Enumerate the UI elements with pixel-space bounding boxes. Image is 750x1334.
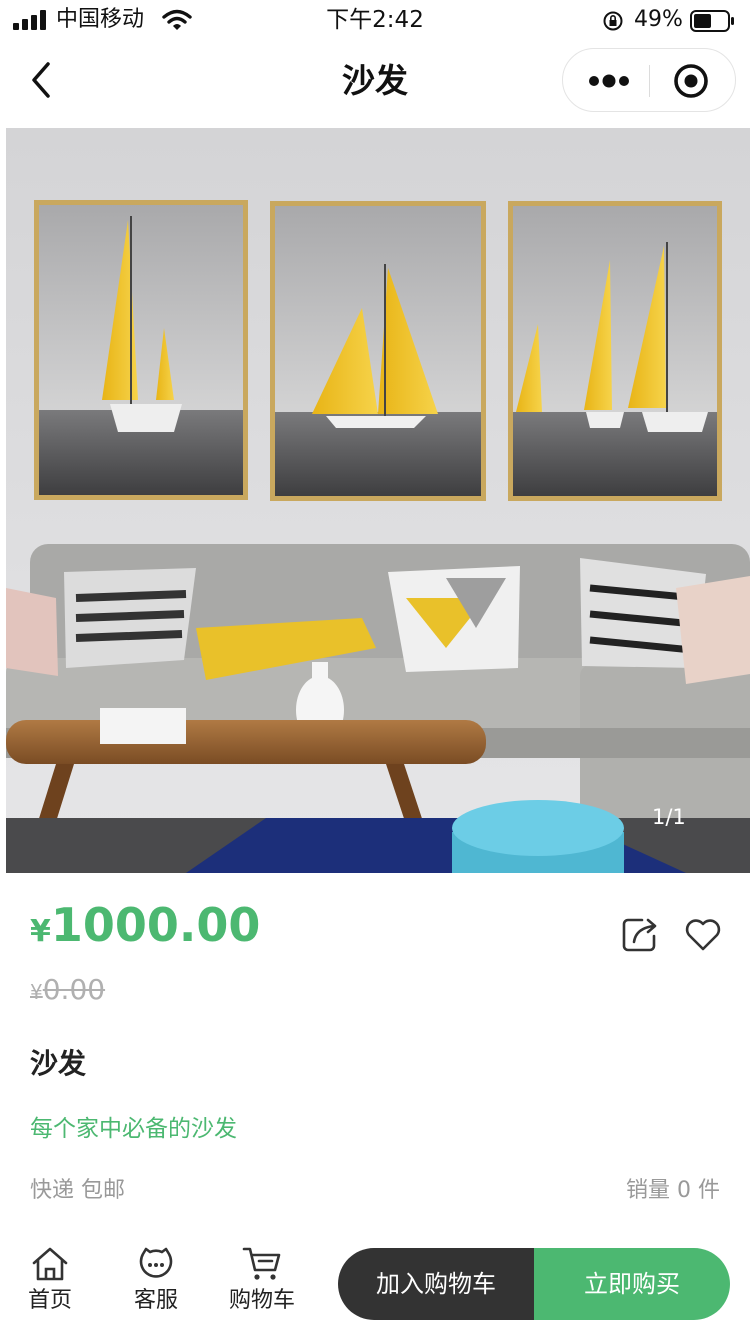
lock-rotation-icon <box>603 11 623 31</box>
price-currency: ¥ <box>30 914 51 949</box>
home-icon <box>32 1247 68 1281</box>
tab-service-label: 客服 <box>133 1288 178 1313</box>
close-target-icon[interactable] <box>673 63 709 99</box>
more-dots-icon[interactable] <box>585 65 633 97</box>
product-image[interactable] <box>6 128 750 873</box>
shipping-info: 快递 包邮 <box>30 1178 125 1203</box>
buy-now-button[interactable]: 立即购买 <box>534 1248 730 1320</box>
share-icon[interactable] <box>620 914 660 954</box>
tab-home[interactable]: 首页 <box>5 1238 95 1328</box>
tab-home-label: 首页 <box>27 1288 72 1313</box>
current-price: ¥1000.00 <box>30 898 260 962</box>
service-icon <box>139 1247 173 1278</box>
mini-program-capsule <box>562 48 736 112</box>
product-description: 每个家中必备的沙发 <box>30 1116 237 1142</box>
sales-count: 销量 0 件 <box>626 1178 720 1203</box>
battery-percent: 49% <box>634 7 683 32</box>
image-counter: 1/1 <box>652 805 686 829</box>
status-bar: 中国移动 下午2:42 49% <box>0 0 750 40</box>
tab-cart-label: 购物车 <box>228 1288 295 1313</box>
sofa-room-picture <box>6 128 750 873</box>
cart-icon <box>242 1247 281 1280</box>
bottom-action-bar: 首页 客服 购物车 加入购物车 立即购买 <box>0 1238 750 1334</box>
orig-price-value: 0.00 <box>42 973 106 1006</box>
add-to-cart-button[interactable]: 加入购物车 <box>338 1248 534 1320</box>
nav-bar: 沙发 <box>0 40 750 128</box>
capsule-divider <box>649 65 650 97</box>
orig-price-currency: ¥ <box>30 980 43 1004</box>
price-value: 1000.00 <box>50 898 261 952</box>
heart-icon[interactable] <box>683 914 723 954</box>
battery-icon <box>690 10 734 32</box>
product-name: 沙发 <box>30 1047 87 1080</box>
original-price: ¥0.00 <box>30 972 105 1010</box>
tab-service[interactable]: 客服 <box>111 1238 201 1328</box>
tab-cart[interactable]: 购物车 <box>217 1238 307 1328</box>
